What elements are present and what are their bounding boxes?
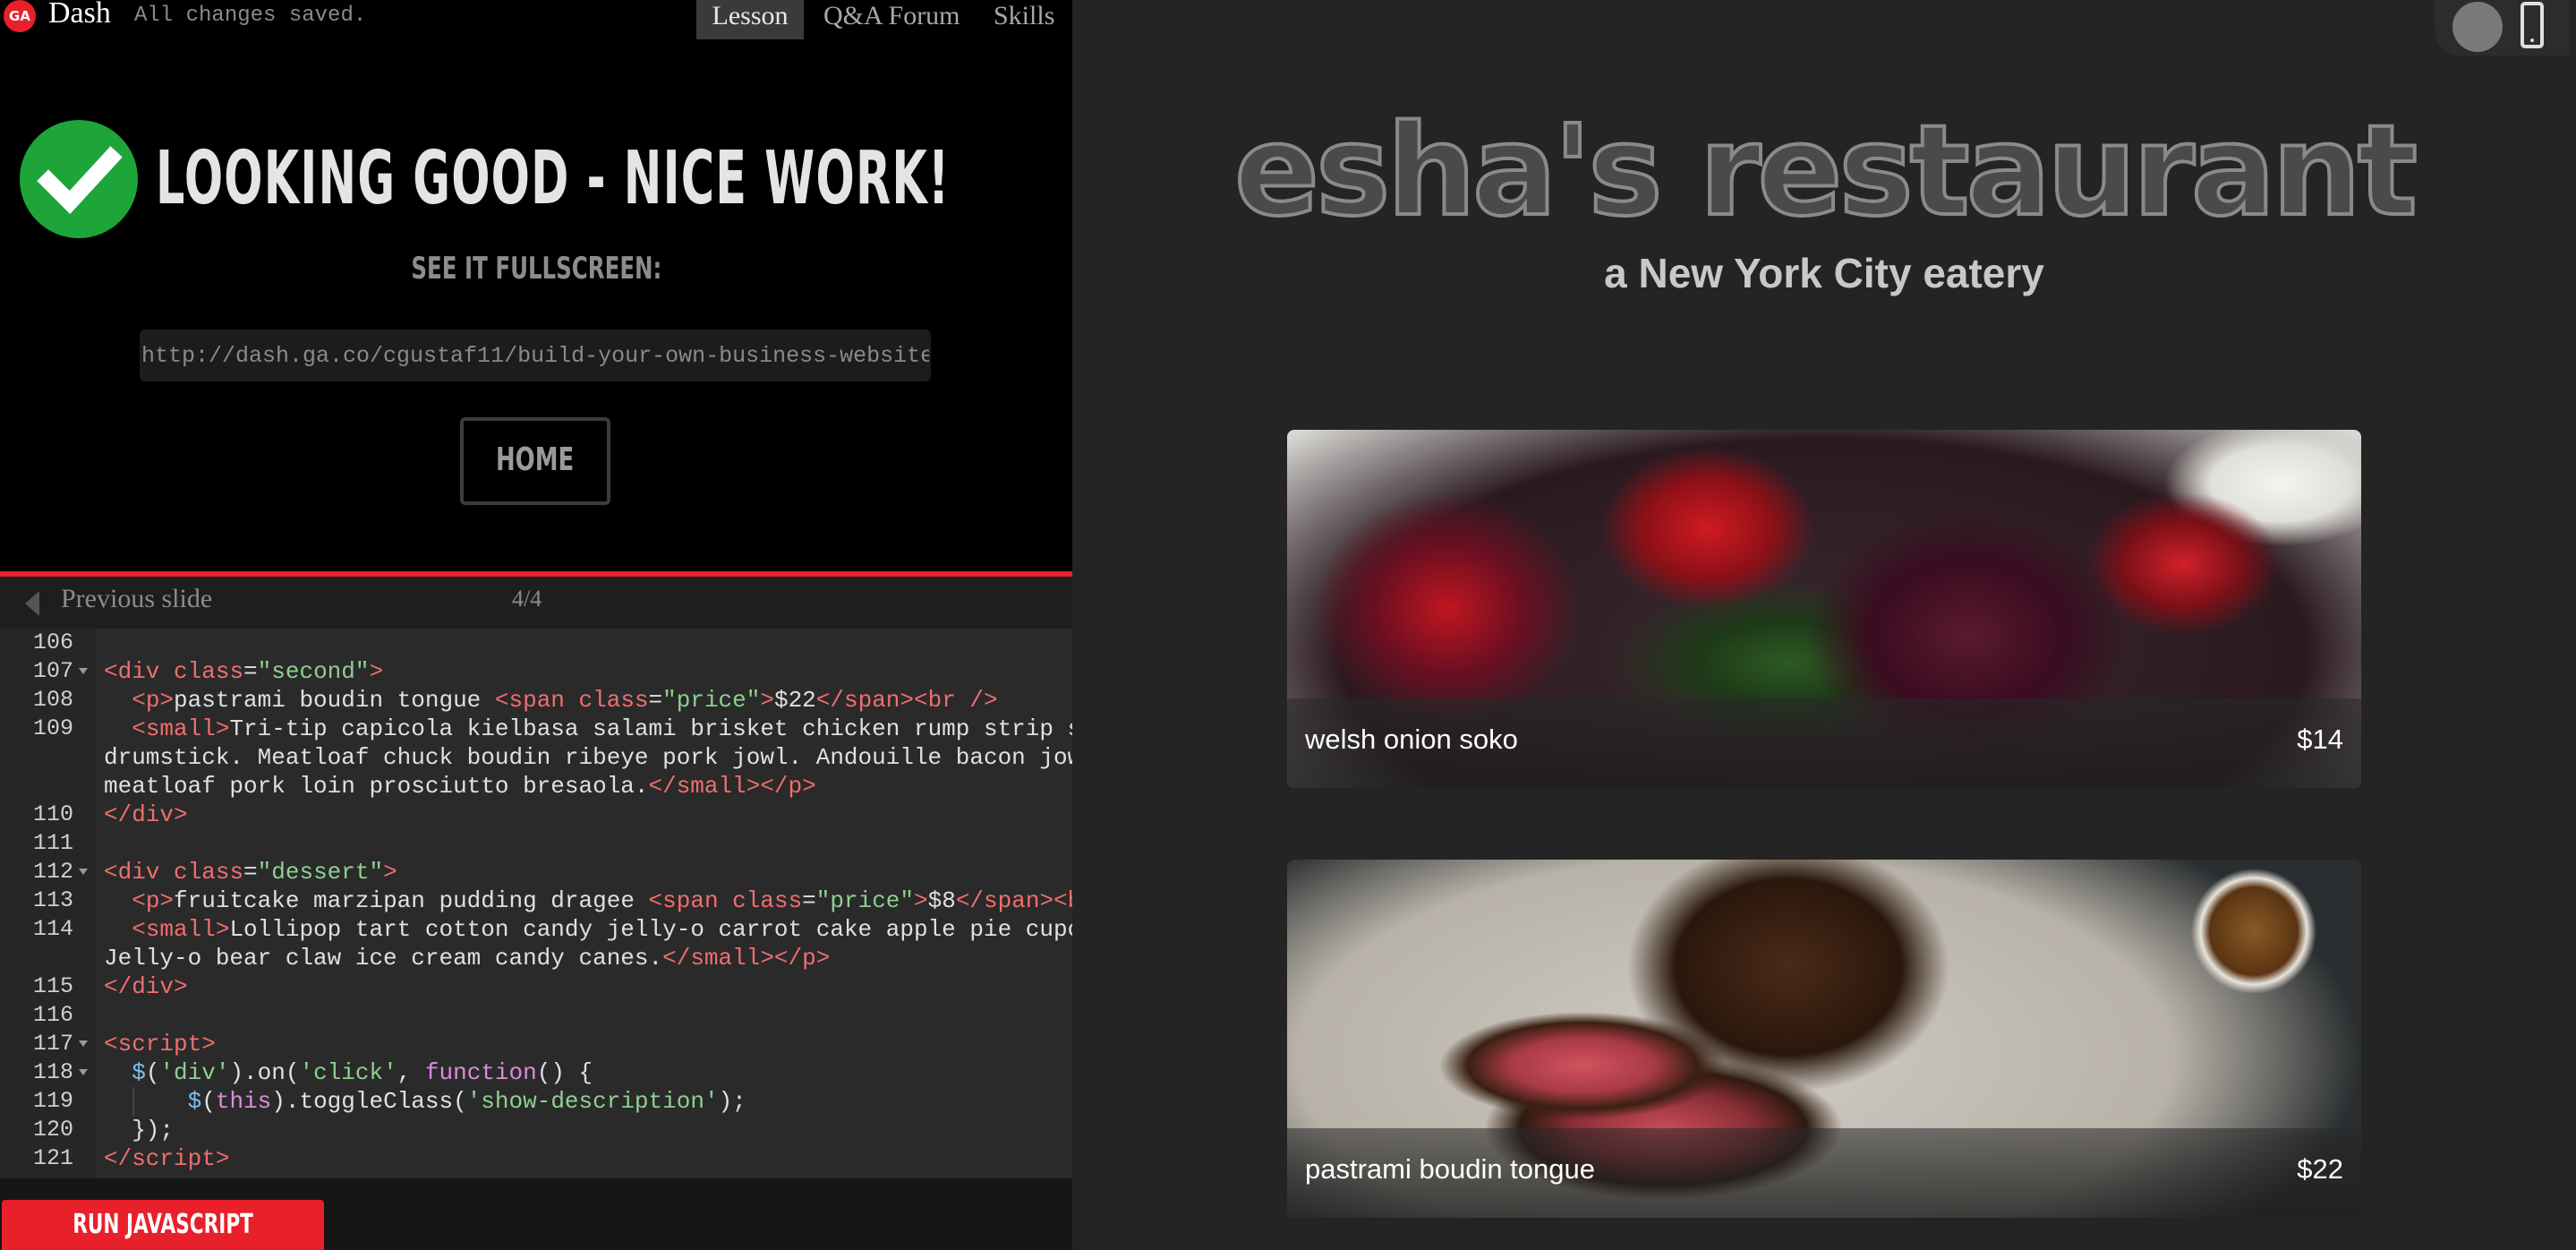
line-number: 111 (32, 830, 73, 856)
lesson-panel: GA Dash All changes saved. Lesson Q&A Fo… (0, 0, 1072, 1250)
device-toggle (2435, 0, 2569, 56)
dish-name: welsh onion soko (1305, 723, 1518, 755)
code-text[interactable]: Jelly-o bear claw ice cream candy canes.… (104, 944, 1063, 972)
dish-name: pastrami boudin tongue (1305, 1153, 1596, 1185)
previous-slide-link[interactable]: Previous slide (61, 584, 212, 614)
code-line[interactable]: 118 $('div').on('click', function() { (0, 1058, 1072, 1087)
top-bar: GA Dash All changes saved. Lesson Q&A Fo… (0, 0, 1072, 39)
code-line[interactable]: 112 <div class="dessert"> (0, 858, 1072, 886)
code-text[interactable]: }); (104, 1116, 1063, 1144)
desktop-toggle-icon[interactable] (2452, 2, 2503, 52)
run-javascript-button[interactable]: RUN JAVASCRIPT (2, 1200, 324, 1250)
code-text[interactable]: meatloaf pork loin prosciutto bresaola.<… (104, 772, 1063, 801)
code-line[interactable]: 121 </script> (0, 1144, 1072, 1173)
code-line[interactable]: 108 <p>pastrami boudin tongue <span clas… (0, 686, 1072, 715)
fold-arrow-icon[interactable] (79, 869, 88, 875)
bottom-bar: RUN JAVASCRIPT (0, 1178, 1072, 1250)
menu-item-card[interactable]: welsh onion soko $14 (1287, 430, 2361, 788)
code-text[interactable]: drumstick. Meatloaf chuck boudin ribeye … (104, 743, 1072, 772)
code-line[interactable]: 117 <script> (0, 1030, 1072, 1058)
code-line[interactable]: 114 <small>Lollipop tart cotton candy je… (0, 915, 1072, 944)
line-number: 113 (32, 887, 73, 913)
success-message-area: LOOKING GOOD - NICE WORK! SEE IT FULLSCR… (0, 39, 1072, 571)
line-number: 120 (32, 1117, 73, 1143)
ga-logo-icon[interactable]: GA (4, 0, 36, 32)
code-text[interactable]: </div> (104, 801, 1063, 829)
triangle-left-icon[interactable] (25, 591, 39, 616)
site-title: esha's restaurant (1233, 98, 2419, 245)
home-button-label: HOME (496, 441, 575, 478)
code-text[interactable]: <p>pastrami boudin tongue <span class="p… (104, 686, 1063, 715)
preview-panel: esha's restaurant a New York City eatery… (1072, 0, 2576, 1250)
fold-arrow-icon[interactable] (79, 668, 88, 674)
fullscreen-label: SEE IT FULLSCREEN: (0, 251, 1072, 287)
home-button[interactable]: HOME (460, 417, 610, 505)
tab-skills[interactable]: Skills (981, 0, 1067, 39)
line-number: 112 (32, 859, 73, 885)
line-number: 118 (32, 1059, 73, 1085)
site-subtitle: a New York City eatery (1604, 250, 2044, 296)
line-number: 106 (32, 629, 73, 655)
run-button-label: RUN JAVASCRIPT (73, 1209, 253, 1240)
line-number: 116 (32, 1002, 73, 1028)
line-number: 114 (32, 916, 73, 942)
code-editor[interactable]: 106 107 <div class="second"> 108 <p>past… (0, 629, 1072, 1178)
fold-arrow-icon[interactable] (79, 1040, 88, 1047)
code-line[interactable]: 107 <div class="second"> (0, 657, 1072, 686)
code-line[interactable]: 116 (0, 1001, 1072, 1030)
code-text[interactable]: $('div').on('click', function() { (104, 1058, 1063, 1087)
line-number: 117 (32, 1031, 73, 1057)
code-text[interactable]: </script> (104, 1144, 1063, 1173)
slide-counter: 4/4 (512, 586, 542, 612)
code-line[interactable]: 106 (0, 629, 1072, 657)
tab-qa-forum[interactable]: Q&A Forum (811, 0, 973, 39)
fullscreen-label-text: SEE IT FULLSCREEN: (411, 251, 661, 287)
line-number: 107 (32, 658, 73, 684)
line-number: 115 (32, 973, 73, 999)
code-text[interactable]: </div> (104, 972, 1063, 1001)
line-number: 109 (32, 715, 73, 741)
code-line[interactable]: 111 (0, 829, 1072, 858)
code-line[interactable]: meatloaf pork loin prosciutto bresaola.<… (0, 772, 1072, 801)
code-line[interactable]: Jelly-o bear claw ice cream candy canes.… (0, 944, 1072, 972)
code-line[interactable]: 115 </div> (0, 972, 1072, 1001)
app-name[interactable]: Dash (48, 0, 111, 30)
code-line[interactable]: 113 <p>fruitcake marzipan pudding dragee… (0, 886, 1072, 915)
line-number: 119 (32, 1088, 73, 1114)
code-text[interactable]: <small>Lollipop tart cotton candy jelly-… (104, 915, 1072, 944)
save-status: All changes saved. (134, 4, 367, 28)
share-url-field[interactable] (140, 330, 931, 381)
code-text[interactable]: $(this).toggleClass('show-description'); (104, 1087, 1063, 1116)
code-line[interactable]: 120 }); (0, 1116, 1072, 1144)
mobile-phone-icon[interactable] (2521, 2, 2544, 48)
code-line[interactable]: drumstick. Meatloaf chuck boudin ribeye … (0, 743, 1072, 772)
success-heading: LOOKING GOOD - NICE WORK! (156, 136, 951, 221)
line-number: 121 (32, 1145, 73, 1171)
dish-caption: pastrami boudin tongue $22 (1287, 1128, 2361, 1218)
tab-lesson[interactable]: Lesson (696, 0, 804, 39)
code-text[interactable]: <div class="second"> (104, 657, 1063, 686)
dish-price: $14 (2297, 723, 2343, 755)
fold-arrow-icon[interactable] (79, 1069, 88, 1075)
code-line[interactable]: 119 $(this).toggleClass('show-descriptio… (0, 1087, 1072, 1116)
code-text[interactable]: <div class="dessert"> (104, 858, 1063, 886)
check-circle-icon (20, 120, 138, 238)
line-number: 110 (32, 801, 73, 827)
code-text[interactable]: <script> (104, 1030, 1063, 1058)
code-line[interactable]: 109 <small>Tri-tip capicola kielbasa sal… (0, 715, 1072, 743)
code-line[interactable]: 110 </div> (0, 801, 1072, 829)
code-text[interactable]: <p>fruitcake marzipan pudding dragee <sp… (104, 886, 1072, 915)
slide-navigation: Previous slide 4/4 (0, 577, 1072, 629)
menu-item-card[interactable]: pastrami boudin tongue $22 (1287, 860, 2361, 1218)
dish-price: $22 (2297, 1153, 2343, 1185)
dish-caption: welsh onion soko $14 (1287, 698, 2361, 788)
code-text[interactable]: <small>Tri-tip capicola kielbasa salami … (104, 715, 1072, 743)
line-number: 108 (32, 687, 73, 713)
